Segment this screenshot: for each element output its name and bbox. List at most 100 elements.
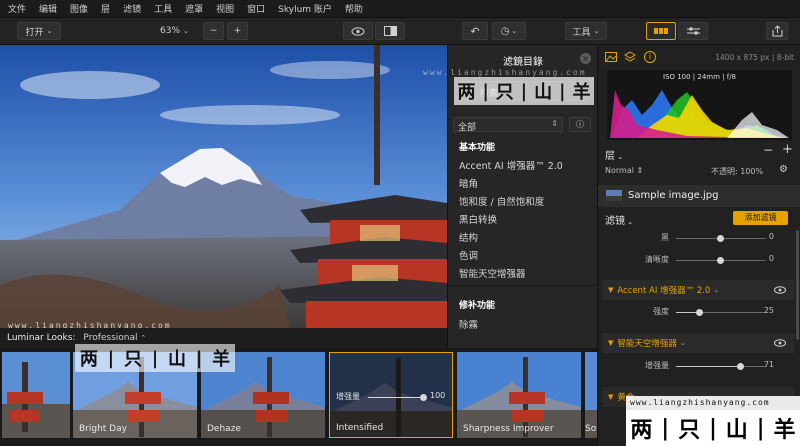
filter-row-clarity: 清晰度 0	[598, 252, 794, 270]
add-layer-button[interactable]: +	[782, 142, 793, 157]
wm-char: 山	[534, 82, 553, 103]
eye-icon[interactable]	[774, 339, 786, 347]
chevron-down-icon: ⌄	[183, 27, 189, 35]
eye-icon	[351, 26, 365, 36]
zoom-in-button[interactable]: +	[227, 22, 248, 40]
slider-label: 强度	[653, 307, 669, 316]
image-icon[interactable]	[605, 52, 617, 62]
open-button[interactable]: 打开 ⌄	[17, 22, 61, 40]
filmstrip-toggle-button[interactable]	[646, 22, 676, 40]
menu-filter[interactable]: 滤镜	[123, 2, 141, 15]
share-button[interactable]	[766, 22, 788, 40]
wm-divider: |	[151, 347, 159, 369]
look-amount-label: 增强量	[336, 392, 360, 401]
zoom-out-button[interactable]: −	[203, 22, 224, 40]
filter-row-black: 黑 0	[598, 230, 794, 248]
blend-mode-select[interactable]: Normal ⇕	[605, 166, 643, 175]
sliders-icon	[686, 27, 700, 35]
wm-char: 两	[79, 349, 98, 370]
menu-account[interactable]: Skylum 账户	[278, 2, 332, 15]
zoom-dropdown[interactable]: 63% ⌄	[152, 22, 197, 40]
layers-label[interactable]: 层 ⌄	[605, 147, 623, 162]
slider-knob[interactable]	[717, 257, 724, 264]
wm-char: 只	[123, 349, 142, 370]
look-thumbnail[interactable]	[2, 352, 70, 438]
menu-edit[interactable]: 编辑	[39, 2, 57, 15]
menu-window[interactable]: 窗口	[247, 2, 265, 15]
slider-knob[interactable]	[736, 363, 744, 370]
settings-button[interactable]: ⚙	[779, 164, 788, 175]
catalog-item[interactable]: 色调	[459, 248, 478, 262]
chevron-down-icon: ⌄	[625, 218, 634, 226]
info-button[interactable]: ⓘ	[569, 117, 591, 132]
canvas-watermark-url: www.liangzhishanyang.com	[8, 321, 172, 328]
catalog-title: 滤鏡目錄	[503, 57, 543, 68]
wm-divider: |	[708, 415, 717, 441]
look-amount-knob[interactable]	[420, 394, 427, 401]
category-select[interactable]: 全部 ⇕	[453, 117, 563, 133]
menu-tools[interactable]: 工具	[154, 2, 172, 15]
look-label: Bright Day	[79, 424, 127, 434]
close-icon[interactable]: ×	[580, 53, 591, 64]
catalog-item[interactable]: 除霧	[459, 317, 478, 331]
look-preview	[2, 352, 70, 438]
wm-char: 两	[457, 82, 476, 103]
catalog-item[interactable]: Accent AI 增强器™ 2.0	[459, 158, 563, 172]
catalog-item[interactable]: 智能天空增强器	[459, 266, 526, 280]
info-icon[interactable]: i	[644, 51, 656, 63]
chevron-down-icon: ⌄	[713, 286, 720, 294]
menu-layer[interactable]: 层	[101, 2, 110, 15]
look-thumbnail[interactable]: Sof	[585, 352, 597, 438]
chevron-down-icon: ⌄	[679, 339, 686, 347]
remove-layer-button[interactable]: −	[763, 143, 773, 157]
slider-knob[interactable]	[717, 235, 724, 242]
looks-category-select[interactable]: Professional ⌃	[83, 333, 146, 343]
wm-char: 只	[495, 82, 514, 103]
info-icon: ⓘ	[576, 120, 584, 129]
menu-image[interactable]: 图像	[70, 2, 88, 15]
slider-label: 清晰度	[645, 255, 669, 264]
menu-help[interactable]: 帮助	[345, 2, 363, 15]
catalog-item[interactable]: 饱和度 / 自然饱和度	[459, 194, 544, 208]
wm-divider: |	[195, 347, 203, 369]
image-canvas[interactable]: www.liangzhishanyang.com	[0, 45, 447, 328]
filters-label[interactable]: 滤镜 ⌄	[605, 212, 633, 227]
eye-icon[interactable]	[774, 286, 786, 294]
preview-toggle-button[interactable]	[343, 22, 373, 40]
opacity-control[interactable]: 不透明: 100%	[711, 166, 763, 177]
catalog-item[interactable]: 暗角	[459, 176, 478, 190]
menu-view[interactable]: 视图	[216, 2, 234, 15]
menu-mask[interactable]: 遮罩	[185, 2, 203, 15]
menu-file[interactable]: 文件	[8, 2, 26, 15]
basic-section-header: 基本功能	[459, 143, 496, 153]
accent-section-header[interactable]: ▼ Accent AI 增强器™ 2.0 ⌄	[602, 280, 794, 300]
tools-dropdown[interactable]: 工具 ⌄	[565, 22, 607, 40]
look-amount-value: 100	[430, 391, 446, 400]
look-label: Intensified	[336, 423, 384, 433]
look-thumbnail[interactable]: Sharpness Improver	[457, 352, 581, 438]
look-thumbnail-selected[interactable]: 增强量 100 Intensified	[329, 352, 453, 438]
scrollbar[interactable]	[796, 230, 799, 340]
wm-char: 山	[725, 417, 748, 443]
share-icon	[772, 25, 782, 37]
layer-row[interactable]: Sample image.jpg	[598, 185, 800, 207]
histogram: ISO 100 | 24mm | f/8	[607, 70, 792, 140]
wm-divider: |	[107, 347, 115, 369]
adjustments-toggle-button[interactable]	[678, 22, 708, 40]
catalog-item[interactable]: 结构	[459, 230, 478, 244]
menu-bar: 文件 编辑 图像 层 滤镜 工具 遮罩 视图 窗口 Skylum 账户 帮助	[0, 0, 800, 18]
slider-knob[interactable]	[695, 309, 703, 316]
add-filter-button[interactable]: 添加滤镜	[733, 211, 788, 225]
sky-section-header[interactable]: ▼ 智能天空增强器 ⌄	[602, 333, 794, 353]
compare-button[interactable]	[375, 22, 405, 40]
wm-char: 羊	[572, 82, 591, 103]
undo-button[interactable]: ↶	[462, 22, 488, 40]
layers-icon[interactable]	[624, 51, 636, 63]
history-button[interactable]: ◷ ⌄	[492, 22, 526, 40]
undo-icon: ↶	[470, 24, 480, 38]
catalog-item[interactable]: 黑白转换	[459, 212, 497, 226]
slider-value: 71	[763, 360, 774, 369]
wm-char: 两	[630, 417, 653, 443]
wm-char: 只	[678, 417, 701, 443]
look-amount-track[interactable]	[368, 397, 424, 398]
